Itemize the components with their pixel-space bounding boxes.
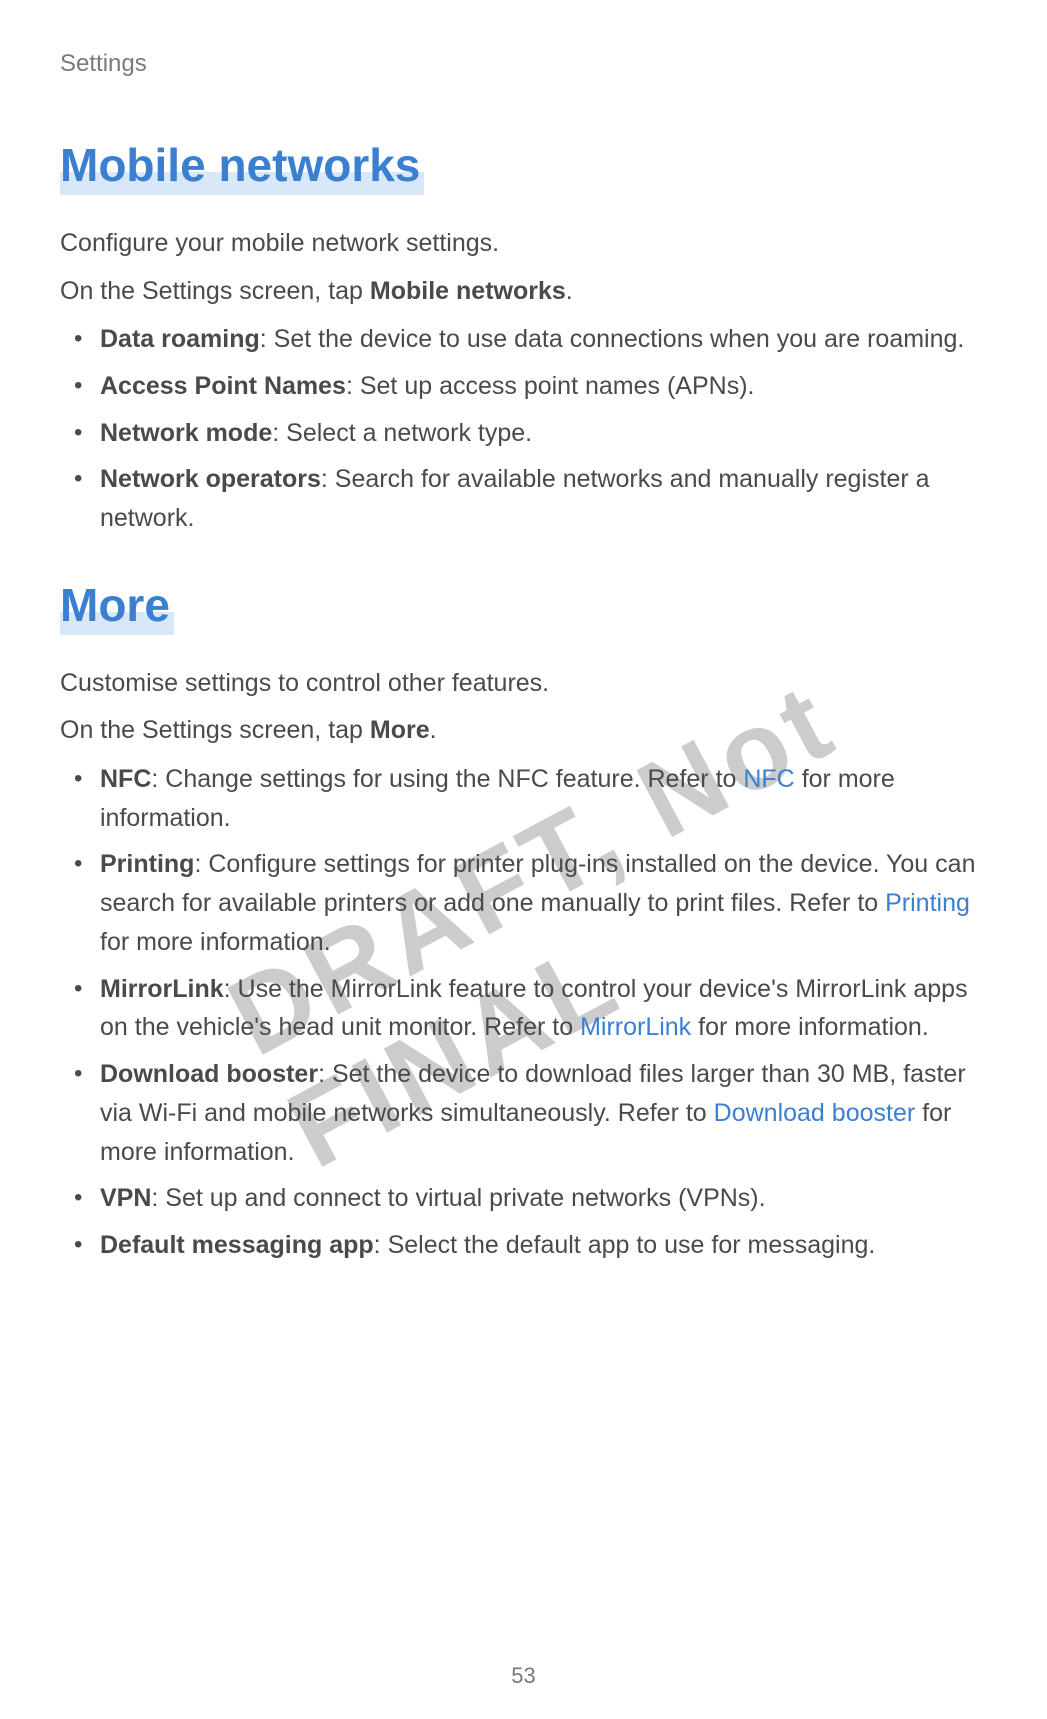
item-label: Access Point Names bbox=[100, 372, 346, 400]
item-desc-after: for more information. bbox=[100, 928, 331, 956]
item-link-printing[interactable]: Printing bbox=[885, 889, 970, 917]
item-desc-before: : Change settings for using the NFC feat… bbox=[151, 765, 743, 793]
mobile-networks-intro: Configure your mobile network settings. bbox=[60, 225, 987, 263]
item-desc-before: : Configure settings for printer plug-in… bbox=[100, 850, 975, 917]
list-item: MirrorLink: Use the MirrorLink feature t… bbox=[60, 970, 987, 1048]
page-content: Settings Mobile networks Configure your … bbox=[60, 50, 987, 1265]
more-list: NFC: Change settings for using the NFC f… bbox=[60, 760, 987, 1265]
list-item: VPN: Set up and connect to virtual priva… bbox=[60, 1179, 987, 1218]
item-desc-after: for more information. bbox=[691, 1013, 929, 1041]
more-instruction: On the Settings screen, tap More. bbox=[60, 712, 987, 750]
instruction-prefix: On the Settings screen, tap bbox=[60, 716, 370, 744]
instruction-target: Mobile networks bbox=[370, 277, 566, 305]
list-item: Printing: Configure settings for printer… bbox=[60, 845, 987, 961]
more-intro: Customise settings to control other feat… bbox=[60, 665, 987, 703]
item-label: Download booster bbox=[100, 1060, 318, 1088]
item-desc: : Set up access point names (APNs). bbox=[346, 372, 755, 400]
item-label: NFC bbox=[100, 765, 151, 793]
item-desc: : Set the device to use data connections… bbox=[260, 325, 965, 353]
list-item: NFC: Change settings for using the NFC f… bbox=[60, 760, 987, 838]
item-desc: : Set up and connect to virtual private … bbox=[151, 1184, 765, 1212]
instruction-prefix: On the Settings screen, tap bbox=[60, 277, 370, 305]
instruction-suffix: . bbox=[566, 277, 573, 305]
item-desc: : Select the default app to use for mess… bbox=[374, 1231, 876, 1259]
item-label: Default messaging app bbox=[100, 1231, 374, 1259]
item-label: Data roaming bbox=[100, 325, 260, 353]
list-item: Data roaming: Set the device to use data… bbox=[60, 320, 987, 359]
list-item: Access Point Names: Set up access point … bbox=[60, 367, 987, 406]
item-link-mirrorlink[interactable]: MirrorLink bbox=[580, 1013, 691, 1041]
section-title-mobile-networks: Mobile networks bbox=[60, 138, 424, 195]
instruction-suffix: . bbox=[430, 716, 437, 744]
item-label: MirrorLink bbox=[100, 975, 224, 1003]
mobile-networks-list: Data roaming: Set the device to use data… bbox=[60, 320, 987, 538]
item-label: Printing bbox=[100, 850, 194, 878]
document-page: DRAFT, Not FINAL Settings Mobile network… bbox=[0, 0, 1047, 1719]
section-title-more: More bbox=[60, 578, 174, 635]
list-item: Download booster: Set the device to down… bbox=[60, 1055, 987, 1171]
item-link-nfc[interactable]: NFC bbox=[743, 765, 794, 793]
list-item: Network operators: Search for available … bbox=[60, 460, 987, 538]
item-link-download-booster[interactable]: Download booster bbox=[714, 1099, 916, 1127]
instruction-target: More bbox=[370, 716, 430, 744]
page-number: 53 bbox=[0, 1663, 1047, 1689]
list-item: Default messaging app: Select the defaul… bbox=[60, 1226, 987, 1265]
item-label: Network mode bbox=[100, 419, 272, 447]
item-desc: : Select a network type. bbox=[272, 419, 532, 447]
list-item: Network mode: Select a network type. bbox=[60, 414, 987, 453]
mobile-networks-instruction: On the Settings screen, tap Mobile netwo… bbox=[60, 273, 987, 311]
item-label: Network operators bbox=[100, 465, 321, 493]
item-label: VPN bbox=[100, 1184, 151, 1212]
page-header-title: Settings bbox=[60, 50, 987, 78]
